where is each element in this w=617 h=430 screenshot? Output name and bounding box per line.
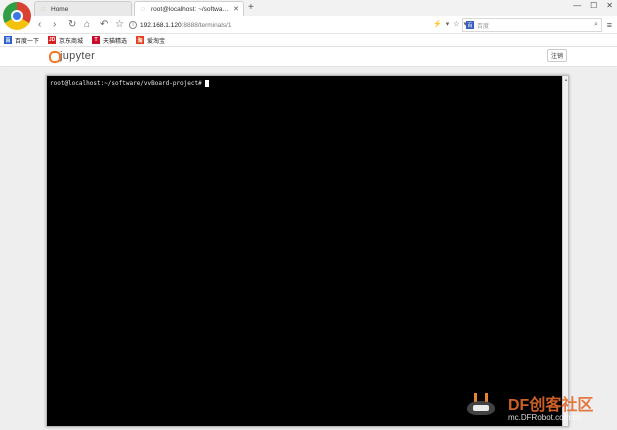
jd-icon: JD — [48, 36, 57, 44]
search-placeholder: 百度 — [477, 23, 490, 30]
jupyter-logo[interactable]: jupyter — [48, 50, 96, 63]
terminal-prompt: root@localhost:~/software/vvBoard-projec… — [50, 80, 202, 87]
terminal-cursor — [204, 80, 209, 87]
loading-icon: ◌ — [40, 5, 46, 13]
search-icon[interactable]: ⌕ — [594, 21, 598, 29]
bookmark-label: 爱淘宝 — [147, 38, 166, 45]
taobao-icon: 淘 — [136, 36, 145, 44]
window-controls: — ☐ ✕ — [573, 1, 613, 10]
tab-label: root@localhost: ~/software/v — [151, 5, 230, 13]
close-tab-icon[interactable]: ✕ — [233, 5, 239, 13]
jupyter-header: jupyter 注销 — [0, 47, 617, 67]
tab-home[interactable]: ◌ Home — [34, 1, 132, 16]
forward-button[interactable]: › — [53, 17, 56, 33]
back-button[interactable]: ‹ — [38, 17, 41, 33]
dropdown-icon[interactable]: ▾ — [446, 18, 450, 32]
terminal-prompt-line: root@localhost:~/software/vvBoard-projec… — [50, 80, 209, 87]
jupyter-favicon-icon: ◌ — [140, 5, 146, 13]
logout-button[interactable]: 注销 — [547, 49, 567, 62]
jupyter-logo-icon — [48, 50, 61, 63]
tab-terminal[interactable]: ◌ root@localhost: ~/software/v ✕ — [134, 1, 244, 16]
favorite-icon[interactable]: ☆ — [453, 18, 459, 32]
jupyter-logo-text: jupyter — [60, 50, 96, 62]
bookmark-label: 天猫精选 — [103, 38, 128, 45]
new-tab-button[interactable]: + — [248, 2, 254, 14]
home-button[interactable]: ⌂ — [84, 17, 90, 33]
bookmark-aitaobao[interactable]: 淘 爱淘宝 — [136, 36, 165, 45]
robot-logo-icon — [464, 393, 498, 419]
bookmark-baidu[interactable]: 百 百度一下 — [4, 36, 39, 45]
search-box[interactable]: 百 百度 ⌕ — [462, 18, 602, 32]
scroll-up-icon[interactable]: ▲ — [564, 77, 568, 82]
reload-button[interactable]: ↻ — [68, 17, 76, 33]
watermark-site: mc.DFRobot.com.cn — [508, 413, 581, 422]
bookmark-jd[interactable]: JD 京东商城 — [48, 36, 83, 45]
terminal-scrollbar[interactable]: ▲ — [562, 76, 568, 426]
menu-icon[interactable]: ≡ — [607, 19, 612, 31]
tmall-icon: T — [92, 36, 101, 44]
minimize-button[interactable]: — — [573, 1, 581, 10]
close-window-button[interactable]: ✕ — [606, 1, 613, 10]
search-engine-icon[interactable]: 百 — [466, 21, 474, 29]
bookmark-tmall[interactable]: T 天猫精选 — [92, 36, 127, 45]
bookmarks-bar: 百 百度一下 JD 京东商城 T 天猫精选 淘 爱淘宝 — [0, 34, 617, 47]
bookmark-star-button[interactable]: ☆ — [115, 17, 124, 33]
terminal-window[interactable]: root@localhost:~/software/vvBoard-projec… — [46, 75, 569, 427]
tab-strip: ◌ Home ◌ root@localhost: ~/software/v ✕ … — [0, 0, 617, 30]
watermark: DF创客社区 mc.DFRobot.com.cn — [464, 389, 614, 429]
main-area: root@localhost:~/software/vvBoard-projec… — [0, 68, 617, 430]
tab-label: Home — [51, 5, 69, 13]
bookmark-label: 京东商城 — [59, 38, 84, 45]
url-host: 192.168.1.120 — [140, 21, 182, 29]
bookmark-label: 百度一下 — [15, 38, 40, 45]
lightning-icon[interactable]: ⚡ — [433, 18, 442, 32]
browser-toolbar: ‹ › ↻ ⌂ ↶ ☆ i 192.168.1.120 :8888/termin… — [0, 16, 617, 34]
undo-button[interactable]: ↶ — [100, 17, 108, 33]
watermark-brand: DF创客社区 — [508, 397, 594, 414]
browser-logo-icon[interactable] — [3, 2, 31, 30]
info-icon[interactable]: i — [129, 21, 137, 29]
url-path: :8888/terminals/1 — [181, 21, 232, 29]
address-bar[interactable]: i 192.168.1.120 :8888/terminals/1 — [129, 18, 459, 32]
baidu-icon: 百 — [4, 36, 12, 44]
maximize-button[interactable]: ☐ — [590, 1, 597, 10]
